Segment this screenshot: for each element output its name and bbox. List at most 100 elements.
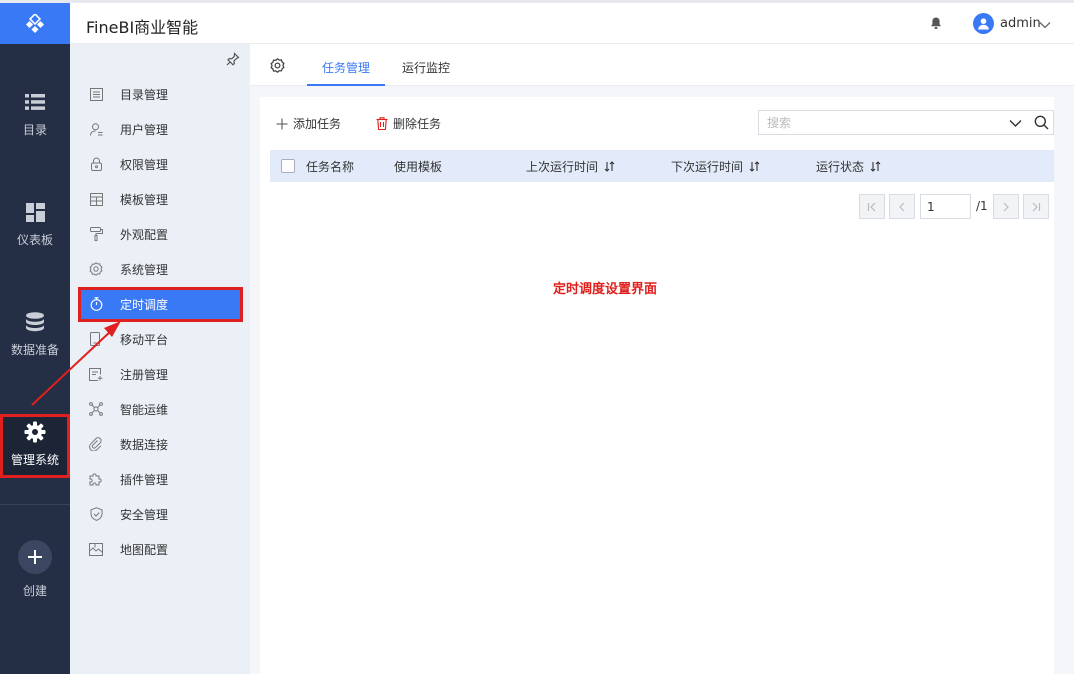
catalog-icon (89, 87, 103, 101)
username[interactable]: admin (1000, 16, 1041, 31)
column-last-run[interactable]: 上次运行时间 (526, 158, 615, 175)
submenu-item-catalog[interactable]: 目录管理 (78, 79, 241, 109)
highlight-box-scheduler (78, 287, 243, 322)
submenu-label: 权限管理 (120, 157, 169, 172)
plus-icon (18, 540, 52, 574)
active-tab-indicator (307, 84, 385, 86)
nav-item-create[interactable]: 创建 (0, 540, 70, 602)
page-number-input[interactable] (920, 194, 971, 219)
first-page-icon (867, 202, 876, 211)
tab-task-management[interactable]: 任务管理 (322, 59, 370, 76)
list-icon (25, 90, 45, 114)
mobile-icon (89, 332, 103, 346)
chevron-down-icon[interactable] (1039, 18, 1051, 32)
column-label: 上次运行时间 (526, 160, 599, 174)
column-template: 使用模板 (394, 158, 442, 175)
chevron-down-icon[interactable] (1009, 117, 1022, 131)
user-avatar-icon (978, 18, 989, 30)
next-page-button[interactable] (993, 194, 1019, 219)
nav-item-data-prep[interactable]: 数据准备 (0, 306, 70, 368)
app-title: FineBI商业智能 (86, 18, 199, 37)
user-icon (89, 122, 103, 136)
shield-icon (89, 507, 103, 521)
submenu-item-permissions[interactable]: 权限管理 (78, 149, 241, 179)
sort-icon[interactable] (749, 161, 760, 172)
submenu-item-ops[interactable]: 智能运维 (78, 394, 241, 424)
last-page-icon (1032, 202, 1041, 211)
chevron-right-icon (1003, 202, 1009, 211)
nav-item-catalog[interactable]: 目录 (0, 86, 70, 148)
sort-icon[interactable] (604, 161, 615, 172)
network-icon (89, 402, 103, 416)
submenu-item-map[interactable]: 地图配置 (78, 534, 241, 564)
task-panel: 添加任务 删除任务 任务名称 使用模板 上次运行时间 下次运行时间 运行状态 /… (260, 97, 1054, 674)
chevron-left-icon (899, 202, 905, 211)
puzzle-icon (89, 472, 103, 486)
submenu-label: 安全管理 (120, 507, 169, 522)
template-icon (89, 192, 103, 206)
submenu-item-appearance[interactable]: 外观配置 (78, 219, 241, 249)
top-header: FineBI商业智能 admin (70, 3, 1074, 44)
plus-icon (276, 118, 288, 130)
delete-task-button[interactable]: 删除任务 (376, 115, 441, 132)
sort-icon[interactable] (870, 161, 881, 172)
left-nav: 目录 仪表板 数据准备 管理系统 创建 (0, 44, 70, 674)
submenu-item-templates[interactable]: 模板管理 (78, 184, 241, 214)
nav-divider (0, 504, 70, 505)
submenu-item-connections[interactable]: 数据连接 (78, 429, 241, 459)
column-next-run[interactable]: 下次运行时间 (671, 158, 760, 175)
logo-icon (25, 13, 45, 33)
pin-icon[interactable] (226, 52, 240, 69)
submenu-label: 数据连接 (120, 437, 169, 452)
table-header: 任务名称 使用模板 上次运行时间 下次运行时间 运行状态 (270, 150, 1054, 182)
link-icon (89, 437, 103, 451)
nav-label: 创建 (22, 584, 47, 598)
nav-label: 数据准备 (10, 343, 59, 357)
first-page-button[interactable] (859, 194, 885, 219)
bell-icon[interactable] (929, 16, 943, 33)
paint-roller-icon (89, 227, 103, 241)
gear-icon (89, 262, 103, 276)
submenu-label: 智能运维 (120, 402, 169, 417)
highlight-box-management (0, 414, 70, 478)
register-icon (89, 367, 103, 381)
submenu-item-registration[interactable]: 注册管理 (78, 359, 241, 389)
submenu-item-security[interactable]: 安全管理 (78, 499, 241, 529)
delete-task-label: 删除任务 (393, 117, 442, 131)
submenu-item-system[interactable]: 系统管理 (78, 254, 241, 284)
avatar[interactable] (973, 13, 994, 34)
database-icon (25, 310, 45, 334)
add-task-label: 添加任务 (293, 117, 342, 131)
search-box[interactable] (758, 110, 1054, 135)
submenu-label: 模板管理 (120, 192, 169, 207)
submenu-label: 插件管理 (120, 472, 169, 487)
column-label: 运行状态 (816, 160, 865, 174)
search-icon[interactable] (1034, 115, 1049, 133)
trash-icon (376, 117, 388, 130)
prev-page-button[interactable] (889, 194, 915, 219)
lock-icon (89, 157, 103, 171)
submenu-item-users[interactable]: 用户管理 (78, 114, 241, 144)
submenu-label: 目录管理 (120, 87, 169, 102)
submenu-item-mobile[interactable]: 移动平台 (78, 324, 241, 354)
tab-bar: 任务管理 运行监控 (250, 44, 1074, 86)
main-content: 任务管理 运行监控 添加任务 删除任务 任务名称 使用模板 上次运行时间 下次运… (250, 44, 1074, 674)
submenu-label: 外观配置 (120, 227, 169, 242)
app-logo[interactable] (0, 3, 70, 44)
submenu-label: 地图配置 (120, 542, 169, 557)
settings-gear-icon[interactable] (270, 58, 285, 76)
search-input[interactable] (759, 111, 999, 134)
add-task-button[interactable]: 添加任务 (276, 115, 341, 132)
last-page-button[interactable] (1023, 194, 1049, 219)
nav-label: 仪表板 (16, 233, 53, 247)
map-icon (89, 542, 103, 556)
submenu-item-plugins[interactable]: 插件管理 (78, 464, 241, 494)
column-label: 下次运行时间 (671, 160, 744, 174)
submenu-label: 注册管理 (120, 367, 169, 382)
dashboard-icon (25, 200, 45, 224)
column-run-status[interactable]: 运行状态 (816, 158, 881, 175)
nav-item-dashboard[interactable]: 仪表板 (0, 196, 70, 258)
select-all-checkbox[interactable] (281, 159, 295, 173)
tab-run-monitor[interactable]: 运行监控 (402, 59, 450, 76)
column-task-name: 任务名称 (306, 158, 354, 175)
